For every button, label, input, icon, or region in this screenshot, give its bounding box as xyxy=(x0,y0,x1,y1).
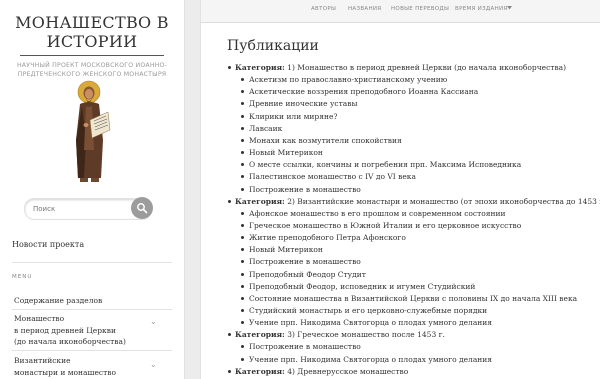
nav-publication-time[interactable]: ВРЕМЯ ИЗДАНИЯ xyxy=(455,6,508,12)
category-label: Категория: xyxy=(235,330,285,340)
bullet xyxy=(241,211,244,215)
publication-link[interactable]: Новый Митерикон xyxy=(249,244,323,256)
publication-link[interactable]: Построжение в монашество xyxy=(249,184,361,196)
menu-item-byzantine[interactable]: Византийские монастыри и монашество xyxy=(14,355,154,378)
site-description: НАУЧНЫЙ ПРОЕКТ МОСКОВСКОГО ИОАННО-ПРЕДТЕ… xyxy=(16,62,168,78)
bullet xyxy=(241,114,244,118)
bullet xyxy=(241,163,244,167)
site-title-line1: МОНАШЕСТВО В xyxy=(15,13,169,32)
publication-link[interactable]: Палестинское монашество с IV до VI века xyxy=(249,171,416,183)
divider xyxy=(12,309,172,310)
bullet xyxy=(241,345,244,349)
bullet xyxy=(228,66,231,69)
search-button[interactable] xyxy=(131,197,153,219)
publication-link[interactable]: Построжение в монашество xyxy=(249,256,361,268)
category-label: Категория: xyxy=(235,63,285,72)
publication-link[interactable]: Новый Митерикон xyxy=(249,147,323,159)
category-link[interactable]: 2) Византийские монастыри и монашество (… xyxy=(287,197,600,206)
bullet xyxy=(241,248,244,252)
bullet xyxy=(228,333,231,337)
bullet xyxy=(241,284,244,288)
title-divider xyxy=(20,55,164,56)
main-content: Публикации Категория: 1) Монашество в пе… xyxy=(200,23,600,379)
bullet xyxy=(241,151,244,155)
publication-link[interactable]: Студийский монастырь и его церковно-служ… xyxy=(249,305,487,317)
news-link[interactable]: Новости проекта xyxy=(12,240,84,249)
publication-link[interactable]: О месте ссылки, кончины и погребения прп… xyxy=(249,159,521,171)
publication-link[interactable]: Аскетизм по православно-христианскому уч… xyxy=(249,74,447,86)
bullet xyxy=(241,138,244,142)
category-text: Категория: 1) Монашество в период древне… xyxy=(235,62,566,74)
publication-link[interactable]: Аскетические воззрения преподобного Иоан… xyxy=(249,86,478,98)
category-label: Категория: xyxy=(235,196,285,206)
publication-link[interactable]: Афонское монашество в его прошлом и совр… xyxy=(249,208,506,220)
bullet xyxy=(241,272,244,276)
publication-link[interactable]: Монахи как возмутители спокойствия xyxy=(249,135,402,147)
chevron-down-icon[interactable]: ⌄ xyxy=(150,317,157,326)
publication-link[interactable]: Древние иноческие уставы xyxy=(249,98,357,110)
publication-link[interactable]: Лавсаик xyxy=(249,123,282,135)
bullet xyxy=(241,223,244,227)
chevron-down-icon[interactable]: ⌄ xyxy=(150,360,157,369)
bullet xyxy=(241,175,244,179)
publication-link[interactable]: Клирики или миряне? xyxy=(249,111,337,123)
bullet xyxy=(241,102,244,106)
menu-item-contents[interactable]: Содержание разделов xyxy=(14,295,154,307)
sidebar: МОНАШЕСТВО В ИСТОРИИ НАУЧНЫЙ ПРОЕКТ МОСК… xyxy=(0,0,185,379)
bullet xyxy=(241,187,244,191)
divider xyxy=(12,262,172,263)
nav-new-translations[interactable]: НОВЫЕ ПЕРЕВОДЫ xyxy=(391,6,449,12)
category-text: Категория: 2) Византийские монастыри и м… xyxy=(235,196,600,208)
site-title[interactable]: МОНАШЕСТВО В ИСТОРИИ xyxy=(0,13,184,51)
publication-link[interactable]: Преподобный Феодор Студит xyxy=(249,269,366,281)
bullet xyxy=(241,260,244,264)
menu-label: MENU xyxy=(12,274,33,280)
category-label: Категория: xyxy=(235,366,285,376)
bullet xyxy=(241,236,244,240)
nav-titles[interactable]: НАЗВАНИЯ xyxy=(348,6,381,12)
publication-link[interactable]: Греческое монашество в Южной Италии и ег… xyxy=(249,220,521,232)
page-title: Публикации xyxy=(227,38,319,54)
category-text: Категория: 3) Греческое монашество после… xyxy=(235,329,445,341)
bullet xyxy=(241,357,244,361)
publication-link[interactable]: Состояние монашества в Византийской Церк… xyxy=(249,293,577,305)
nav-authors[interactable]: АВТОРЫ xyxy=(311,6,336,12)
publication-link[interactable]: Житие преподобного Петра Афонского xyxy=(249,232,406,244)
publication-link[interactable]: Преподобный Феодор, исповедник и игумен … xyxy=(249,281,475,293)
category-link[interactable]: 3) Греческое монашество после 1453 г. xyxy=(287,330,445,339)
top-nav: АВТОРЫ НАЗВАНИЯ НОВЫЕ ПЕРЕВОДЫ ВРЕМЯ ИЗД… xyxy=(200,0,600,23)
search-icon xyxy=(137,203,148,214)
category-link[interactable]: 4) Древнерусское монашество xyxy=(287,367,408,376)
menu-item-ancient-church[interactable]: Монашество в период древней Церкви (до н… xyxy=(14,313,154,348)
bullet xyxy=(228,369,231,373)
publication-link[interactable]: Построжение в монашество xyxy=(249,341,361,353)
bullet xyxy=(241,296,244,300)
category-text: Категория: 4) Древнерусское монашество xyxy=(235,366,408,378)
bullet xyxy=(241,309,244,312)
chevron-down-icon[interactable] xyxy=(507,6,512,12)
saint-icon-image xyxy=(64,80,116,188)
site-title-line2: ИСТОРИИ xyxy=(46,32,138,51)
publication-link[interactable]: Учение прп. Никодима Святогорца о плодах… xyxy=(249,354,492,366)
bullet xyxy=(228,199,231,203)
bullet xyxy=(241,90,244,94)
search-input[interactable] xyxy=(33,203,129,215)
divider xyxy=(12,350,172,351)
bullet xyxy=(241,321,244,325)
bullet xyxy=(241,126,244,130)
publication-link[interactable]: Учение прп. Никодима Святогорца о плодах… xyxy=(249,317,492,329)
category-link[interactable]: 1) Монашество в период древней Церкви (д… xyxy=(287,63,566,72)
bullet xyxy=(241,78,244,82)
